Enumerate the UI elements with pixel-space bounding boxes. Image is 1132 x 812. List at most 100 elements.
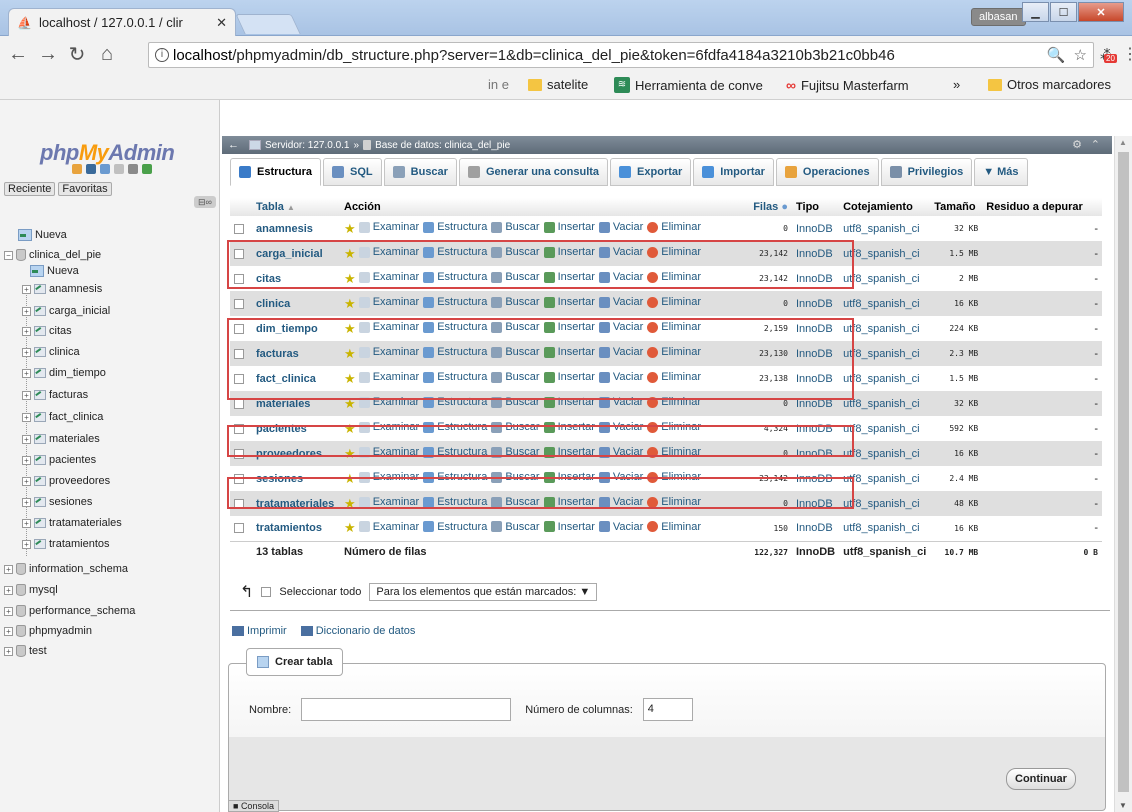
- row-checkbox[interactable]: [234, 223, 244, 234]
- expander-icon[interactable]: +: [22, 434, 31, 444]
- help-icon[interactable]: [100, 164, 110, 174]
- action-estructura[interactable]: Estructura: [423, 221, 487, 233]
- tree-new-table[interactable]: Nueva: [30, 262, 79, 280]
- tree-db[interactable]: + performance_schema: [4, 602, 135, 620]
- action-insertar[interactable]: Insertar: [543, 371, 595, 383]
- tree-db[interactable]: + mysql: [4, 581, 58, 599]
- data-dictionary-link[interactable]: Diccionario de datos: [300, 625, 415, 637]
- row-checkbox[interactable]: [234, 398, 244, 409]
- home-icon[interactable]: ⌂: [98, 43, 116, 66]
- action-buscar[interactable]: Buscar: [491, 221, 540, 233]
- bookmark-satelite[interactable]: satelite: [528, 77, 588, 92]
- profile-badge[interactable]: albasan: [971, 8, 1026, 26]
- favorite-star-icon[interactable]: ★: [344, 271, 356, 286]
- tree-db[interactable]: + phpmyadmin: [4, 622, 92, 640]
- chrome-menu-icon[interactable]: ⋮: [1122, 44, 1132, 64]
- table-size[interactable]: 16 KB: [930, 441, 983, 466]
- favorite-star-icon[interactable]: ★: [344, 346, 356, 361]
- tree-table[interactable]: + tratamientos: [22, 535, 110, 553]
- col-tipo[interactable]: Tipo: [792, 198, 840, 216]
- row-checkbox[interactable]: [234, 273, 244, 284]
- tree-table[interactable]: + materiales: [22, 430, 100, 448]
- table-size[interactable]: 16 KB: [930, 516, 983, 541]
- action-insertar[interactable]: Insertar: [543, 246, 595, 258]
- action-vaciar[interactable]: Vaciar: [598, 396, 643, 408]
- action-eliminar[interactable]: Eliminar: [647, 346, 701, 358]
- tab-operaciones[interactable]: Operaciones: [775, 158, 879, 186]
- row-checkbox[interactable]: [234, 473, 244, 484]
- table-size[interactable]: 2.3 MB: [930, 341, 983, 366]
- action-examinar[interactable]: Examinar: [358, 321, 419, 333]
- expander-icon[interactable]: +: [22, 284, 31, 294]
- action-examinar[interactable]: Examinar: [358, 221, 419, 233]
- bookmark-fujitsu[interactable]: ∞ Fujitsu Masterfarm: [786, 77, 909, 93]
- new-tab-button[interactable]: [235, 14, 301, 34]
- expander-icon[interactable]: +: [4, 585, 13, 595]
- tree-table[interactable]: + tratamateriales: [22, 514, 122, 532]
- favorite-star-icon[interactable]: ★: [344, 496, 356, 511]
- bookmark-otros[interactable]: Otros marcadores: [988, 77, 1111, 92]
- action-buscar[interactable]: Buscar: [491, 371, 540, 383]
- favorite-star-icon[interactable]: ★: [344, 321, 356, 336]
- action-buscar[interactable]: Buscar: [491, 346, 540, 358]
- favorite-star-icon[interactable]: ★: [344, 246, 356, 261]
- tab-exportar[interactable]: Exportar: [610, 158, 692, 186]
- window-close-icon[interactable]: ✕: [1078, 2, 1124, 22]
- pma-logo[interactable]: phpMyAdmin: [40, 140, 175, 166]
- action-buscar[interactable]: Buscar: [491, 471, 540, 483]
- tree-table[interactable]: + pacientes: [22, 451, 96, 469]
- tree-db[interactable]: + information_schema: [4, 560, 128, 578]
- collapse-all-icon[interactable]: ⊟∞: [194, 196, 216, 208]
- action-estructura[interactable]: Estructura: [423, 396, 487, 408]
- bookmark-item[interactable]: in e: [488, 77, 509, 92]
- action-eliminar[interactable]: Eliminar: [647, 471, 701, 483]
- browser-tab[interactable]: ⛵ localhost / 127.0.0.1 / clir ✕: [8, 8, 236, 36]
- action-insertar[interactable]: Insertar: [543, 471, 595, 483]
- action-examinar[interactable]: Examinar: [358, 396, 419, 408]
- table-size[interactable]: 32 KB: [930, 216, 983, 241]
- tab-privilegios[interactable]: Privilegios: [880, 158, 973, 186]
- tree-table[interactable]: + dim_tiempo: [22, 364, 106, 382]
- row-checkbox[interactable]: [234, 448, 244, 459]
- action-estructura[interactable]: Estructura: [423, 446, 487, 458]
- tree-table[interactable]: + facturas: [22, 386, 88, 404]
- table-name[interactable]: citas: [252, 266, 340, 291]
- action-estructura[interactable]: Estructura: [423, 246, 487, 258]
- table-name-input[interactable]: [301, 698, 512, 721]
- action-buscar[interactable]: Buscar: [491, 446, 540, 458]
- table-size[interactable]: 2 MB: [930, 266, 983, 291]
- row-checkbox[interactable]: [234, 498, 244, 509]
- back-arrow-icon[interactable]: ←: [228, 139, 239, 151]
- expander-icon[interactable]: +: [22, 455, 31, 465]
- table-name[interactable]: proveedores: [252, 441, 340, 466]
- bookmark-herramienta[interactable]: ≋ Herramienta de conve: [614, 77, 763, 93]
- action-vaciar[interactable]: Vaciar: [598, 271, 643, 283]
- extension-icon[interactable]: ⁂ 20: [1100, 46, 1118, 64]
- logout-icon[interactable]: [86, 164, 96, 174]
- help-icon[interactable]: ●: [781, 201, 788, 213]
- collapse-up-icon[interactable]: ⌃: [1091, 138, 1100, 151]
- expander-icon[interactable]: +: [22, 390, 31, 400]
- action-buscar[interactable]: Buscar: [491, 296, 540, 308]
- row-checkbox[interactable]: [234, 423, 244, 434]
- action-examinar[interactable]: Examinar: [358, 471, 419, 483]
- collapse-expander-icon[interactable]: −: [4, 250, 13, 260]
- select-all-label[interactable]: Seleccionar todo: [279, 586, 361, 598]
- action-vaciar[interactable]: Vaciar: [598, 421, 643, 433]
- home-icon[interactable]: [72, 164, 82, 174]
- col-tamano[interactable]: Tamaño: [930, 198, 983, 216]
- action-estructura[interactable]: Estructura: [423, 271, 487, 283]
- action-examinar[interactable]: Examinar: [358, 496, 419, 508]
- table-size[interactable]: 1.5 MB: [930, 241, 983, 266]
- action-eliminar[interactable]: Eliminar: [647, 371, 701, 383]
- action-buscar[interactable]: Buscar: [491, 396, 540, 408]
- tab-importar[interactable]: Importar: [693, 158, 774, 186]
- table-size[interactable]: 224 KB: [930, 316, 983, 341]
- table-name[interactable]: anamnesis: [252, 216, 340, 241]
- favorite-star-icon[interactable]: ★: [344, 396, 356, 411]
- action-eliminar[interactable]: Eliminar: [647, 521, 701, 533]
- row-checkbox[interactable]: [234, 348, 244, 359]
- action-buscar[interactable]: Buscar: [491, 271, 540, 283]
- action-eliminar[interactable]: Eliminar: [647, 221, 701, 233]
- bookmark-star-icon[interactable]: ☆: [1074, 46, 1087, 64]
